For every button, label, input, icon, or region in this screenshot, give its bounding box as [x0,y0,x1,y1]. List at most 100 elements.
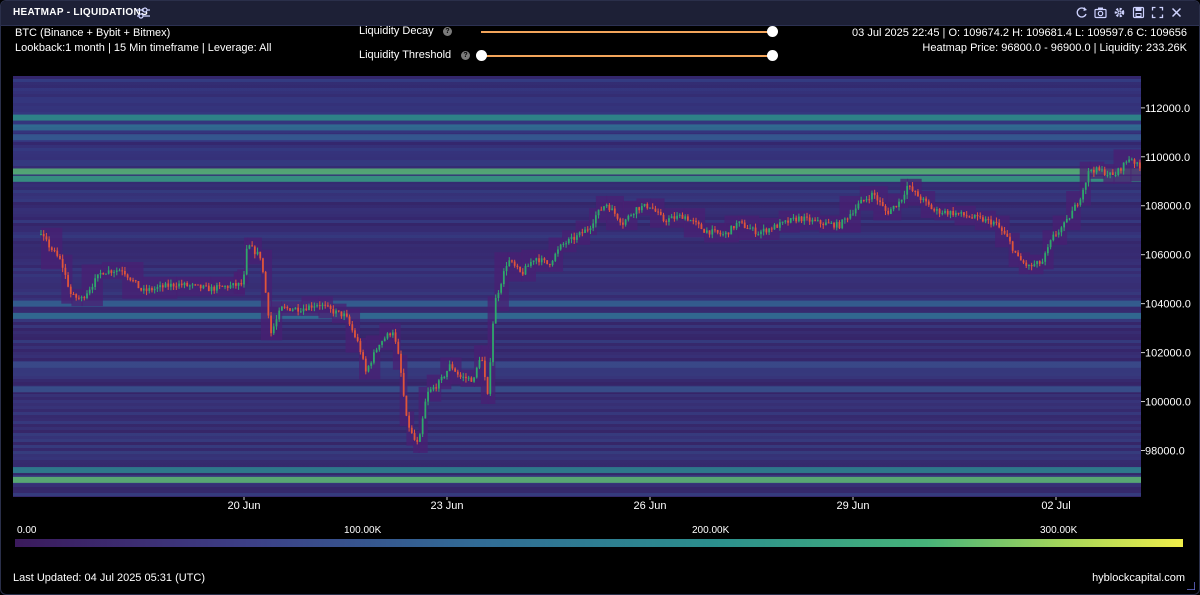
candle-body [275,319,278,327]
candle-body [657,211,660,213]
heatmap-row [13,145,1141,148]
candle-body [570,236,573,240]
candle-body [299,311,302,313]
candle-body [576,235,578,240]
candle-body [373,352,375,363]
candle-body [337,310,340,312]
consumed-liquidity-zone [1066,191,1081,231]
candle-body [59,255,61,259]
candle-body [957,212,960,214]
candle-body [124,271,126,275]
colorbar-label-1: 100.00K [344,525,382,536]
candle-body [797,216,800,222]
heatmap-row [13,310,1141,313]
candle-body [1130,159,1133,161]
candle-body [714,229,716,231]
candle-body [624,219,627,225]
candle-body [454,368,457,372]
heatmap-row [13,496,1141,497]
candle-body [917,191,919,197]
candle-body [646,204,649,209]
candle-body [965,215,968,217]
candle-body [803,216,806,222]
liquidation-heatmap-chart[interactable]: 112000.0 110000.0 108000.0 106000.0 104000.0… [1,1,1199,594]
candle-body [873,192,876,196]
candle-body [811,219,814,222]
candle-body [933,209,936,211]
candle-body [711,229,714,235]
candle-body [584,229,586,234]
candle-body [378,344,381,350]
candle-body [808,217,811,222]
candle-body [1028,264,1030,266]
candle-body [83,297,86,299]
y-tick-label: 98000.0 [1145,445,1185,457]
heatmap-row [13,250,1141,253]
consumed-liquidity-zone [392,323,401,370]
candle-body [900,199,903,202]
candle-body [291,309,294,311]
candle-body [546,260,549,264]
candle-body [1014,250,1017,253]
candle-body [1046,247,1049,254]
heatmap-row [13,106,1141,109]
candle-body [1128,159,1130,162]
candle-body [724,232,727,235]
candle-body [432,387,435,390]
candle-body [251,245,254,247]
candle-body [400,353,402,373]
candle-body [118,270,121,272]
candle-body [1122,162,1125,171]
heatmap-row [13,436,1141,439]
candle-body [708,230,711,235]
candle-body [126,274,129,278]
candle-body [1009,236,1011,242]
candle-body [243,274,245,285]
candle-body [224,286,226,288]
liquidity-band [13,312,1141,319]
candle-body [45,236,48,240]
candle-body [1022,260,1025,263]
candle-body [952,211,955,216]
heatmap-row [13,274,1141,277]
candle-body [475,367,478,378]
resize-handle-icon[interactable] [1187,582,1195,590]
candle-body [749,228,752,230]
candle-body [540,258,543,263]
candle-body [302,308,305,312]
candle-body [327,305,329,307]
y-tick-label: 102000.0 [1145,348,1191,360]
candle-body [86,293,88,299]
candle-body [256,251,259,255]
consumed-liquidity-zone [778,210,800,233]
colorbar-label-2: 200.00K [692,525,730,536]
candle-body [1095,167,1098,173]
candle-body [681,214,684,219]
consumed-liquidity-zone [650,198,665,228]
candle-body [960,212,963,214]
heatmap-row [13,430,1141,433]
candle-body [768,228,770,233]
candle-body [1017,252,1020,257]
heatmap-row [13,451,1141,454]
candle-body [202,285,205,289]
candle-body [668,218,670,222]
candle-body [936,209,938,211]
heatmap-row [13,412,1141,415]
candle-body [1139,162,1141,169]
candle-body [527,265,530,267]
brand-link[interactable]: hyblockcapital.com [1092,572,1185,584]
heatmap-row [13,484,1141,487]
heatmap-row [13,433,1141,436]
candle-body [340,311,343,317]
candle-body [511,260,513,262]
candle-body [286,307,289,309]
heatmap-row [13,346,1141,349]
candle-body [305,308,308,311]
candle-body [524,266,527,275]
candle-body [954,212,957,216]
candle-body [551,260,554,266]
candle-body [543,258,546,261]
heatmap-row [13,199,1141,202]
candle-body [814,219,817,221]
